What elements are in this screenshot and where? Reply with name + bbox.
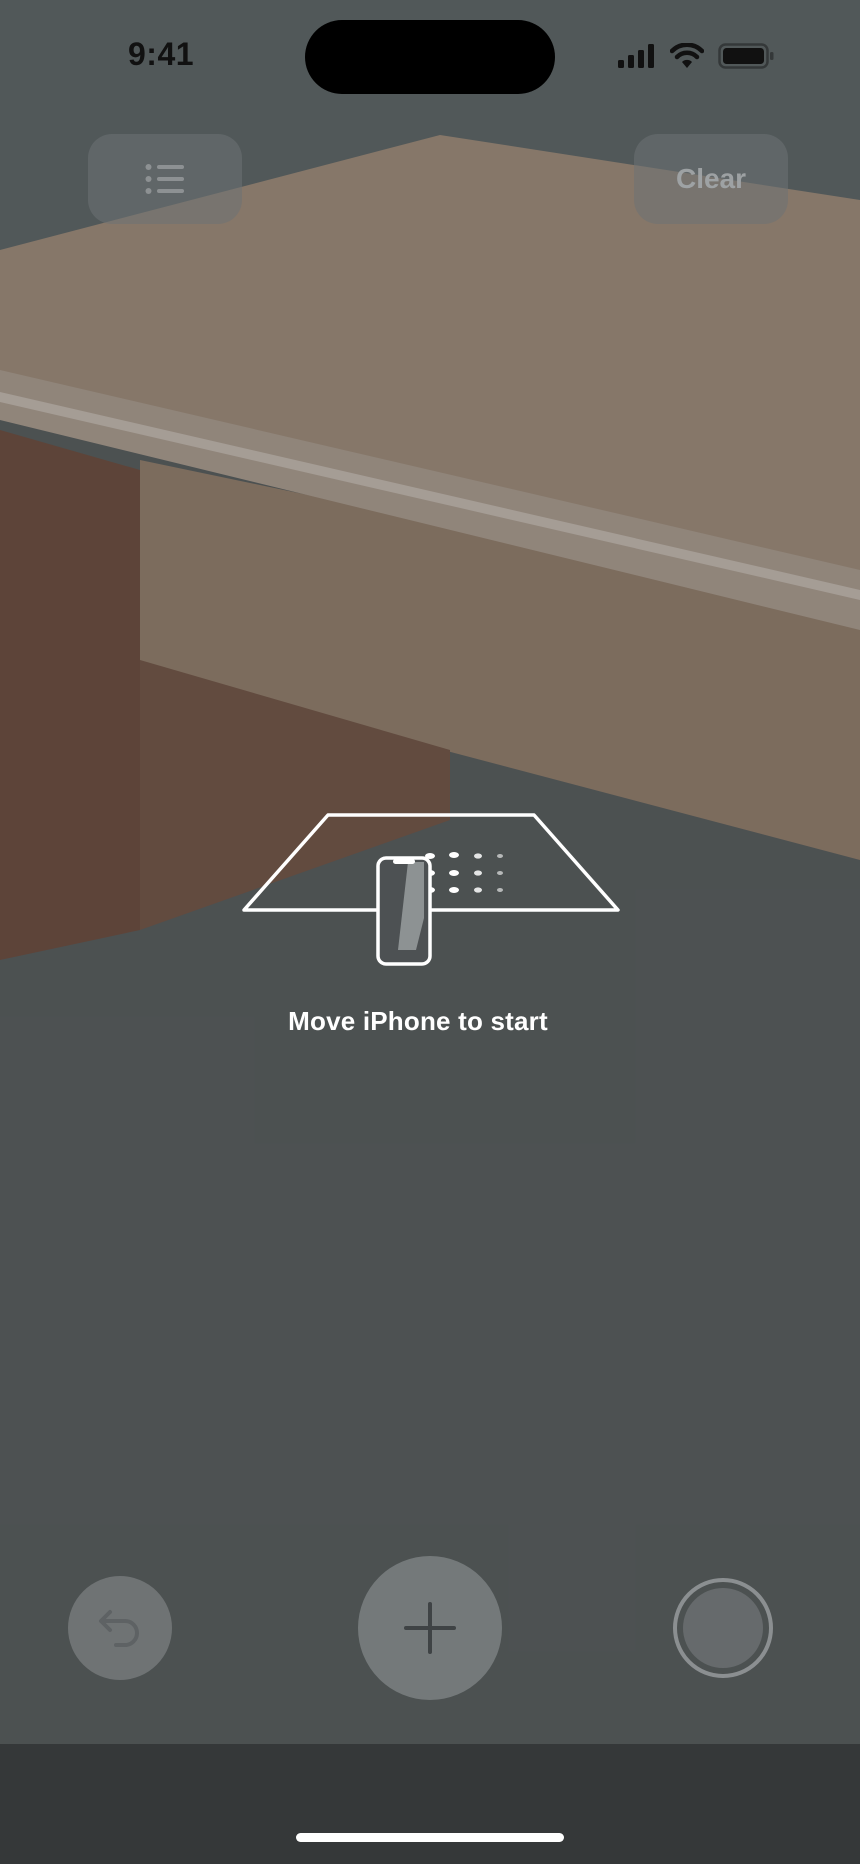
cellular-signal-icon: [618, 44, 654, 68]
status-bar: 9:41: [0, 0, 860, 110]
plus-icon: [404, 1602, 456, 1654]
measurements-list-button[interactable]: [88, 134, 242, 224]
undo-button[interactable]: [68, 1576, 172, 1680]
wifi-icon: [670, 43, 704, 68]
status-time: 9:41: [128, 36, 195, 72]
add-point-button[interactable]: [358, 1556, 502, 1700]
battery-icon: [718, 43, 774, 69]
status-icons: [618, 42, 774, 70]
measure-screen: 9:41 Clear Move iPhone to start: [0, 0, 860, 1864]
capture-button[interactable]: [673, 1578, 773, 1678]
home-indicator[interactable]: [296, 1833, 564, 1842]
list-icon: [145, 164, 184, 194]
bottom-bar: [0, 1744, 860, 1864]
coaching-graphic: [238, 810, 622, 970]
shutter-icon: [683, 1588, 763, 1668]
undo-arrow-icon: [99, 1610, 139, 1647]
dynamic-island: [305, 20, 555, 94]
clear-button[interactable]: Clear: [634, 134, 788, 224]
iphone-plane-icon: [242, 813, 620, 966]
coaching-message: Move iPhone to start: [288, 1006, 548, 1036]
